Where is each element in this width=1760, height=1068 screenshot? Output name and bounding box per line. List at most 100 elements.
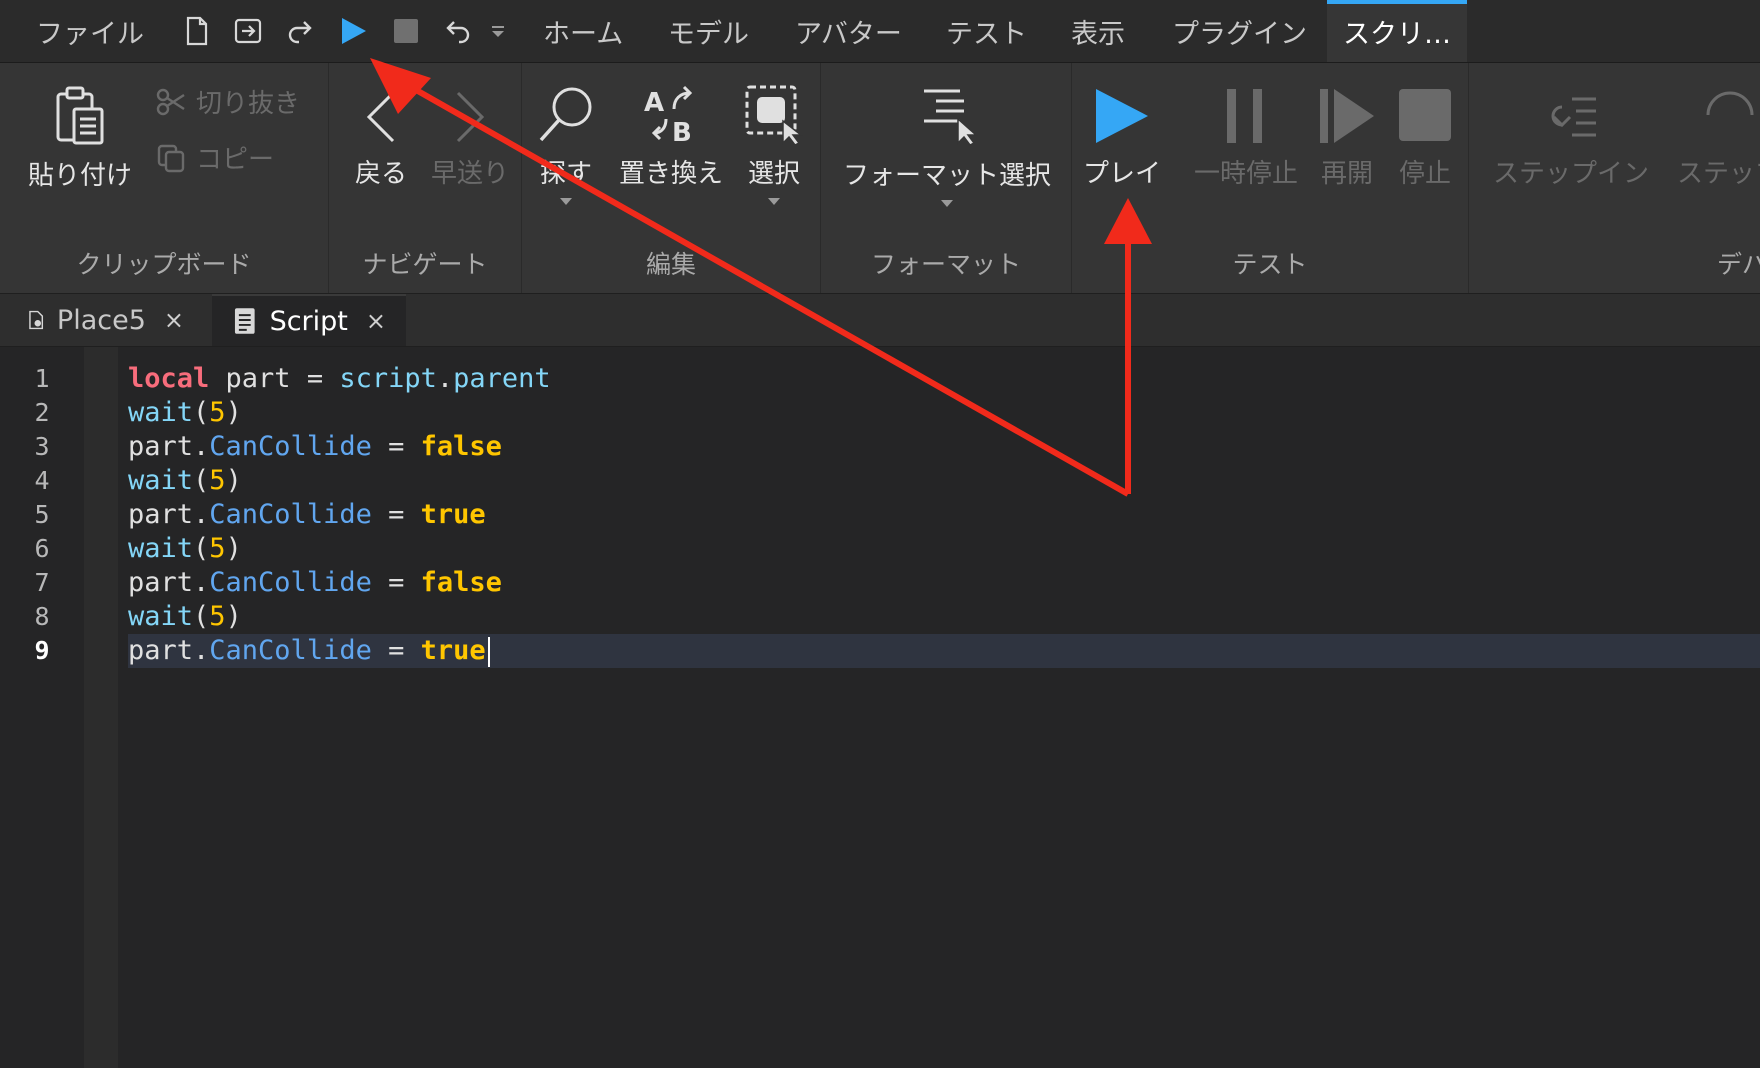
document-tab-bar: Place5 × Script × <box>0 294 1760 347</box>
navigate-group: 戻る 早送り ナビゲート <box>329 63 522 293</box>
code-line[interactable]: part.CanCollide = false <box>128 430 502 464</box>
select-icon <box>745 85 804 145</box>
code-token: ) <box>225 601 242 632</box>
code-token: ( <box>193 601 210 632</box>
new-file-icon[interactable] <box>180 14 214 48</box>
dropdown-icon[interactable] <box>483 14 513 48</box>
line-number: 6 <box>34 534 50 563</box>
step-into-icon <box>1551 97 1596 137</box>
tab-script-document[interactable]: Script × <box>212 294 406 346</box>
tab-place5[interactable]: Place5 × <box>8 294 204 346</box>
code-token: false <box>420 431 502 462</box>
undo-icon[interactable] <box>440 14 474 48</box>
code-line[interactable]: wait(5) <box>128 464 242 498</box>
tab-test[interactable]: テスト <box>946 0 1027 62</box>
script-editor[interactable]: 1 local part = script.parent 2 wait(5) 3 part… <box>0 347 1760 1068</box>
code-token: 5 <box>209 465 226 496</box>
code-token: CanCollide <box>209 567 372 598</box>
select-button[interactable]: 選択 <box>734 83 814 205</box>
tab-place5-label: Place5 <box>56 304 146 336</box>
code-line[interactable]: wait(5) <box>128 532 242 566</box>
pause-icon <box>1227 89 1262 143</box>
find-dropdown-icon[interactable] <box>560 198 572 205</box>
line-number: 2 <box>34 398 50 427</box>
tab-avatar[interactable]: アバター <box>795 0 902 62</box>
pause-button[interactable]: 一時停止 <box>1194 87 1299 190</box>
code-token: CanCollide <box>209 431 372 462</box>
cut-label: 切り抜き <box>196 89 301 119</box>
replace-button[interactable]: A B 置き換え <box>616 83 726 190</box>
close-icon[interactable]: × <box>164 306 184 334</box>
resume-label: 再開 <box>1320 159 1373 189</box>
code-token: part. <box>128 567 210 598</box>
line-number: 5 <box>34 500 50 529</box>
code-token: wait <box>128 533 194 564</box>
code-line[interactable]: part.CanCollide = true <box>128 634 490 668</box>
code-line[interactable]: wait(5) <box>128 396 242 430</box>
search-icon <box>539 87 592 142</box>
paste-icon <box>56 86 104 145</box>
code-line[interactable]: wait(5) <box>128 600 242 634</box>
tab-script[interactable]: スクリ… <box>1327 0 1467 62</box>
edit-group: 探す A B 置き換え 選択 編集 <box>522 63 821 293</box>
clipboard-group: 貼り付け 切り抜き コピー クリップボード <box>0 63 329 293</box>
step-over-button[interactable]: ステップ <box>1669 87 1760 190</box>
paste-button[interactable]: 貼り付け <box>22 85 138 192</box>
close-icon[interactable]: × <box>366 307 386 335</box>
forward-button[interactable]: 早送り <box>425 89 515 190</box>
code-token: = <box>371 635 421 666</box>
pause-label: 一時停止 <box>1194 159 1299 189</box>
format-dropdown-icon[interactable] <box>941 200 953 207</box>
code-token: ) <box>225 397 242 428</box>
tab-script-label: Script <box>269 305 348 337</box>
code-token: ( <box>193 397 210 428</box>
stop-icon[interactable] <box>389 14 423 48</box>
menu-file[interactable]: ファイル <box>36 0 144 62</box>
line-number: 4 <box>34 466 50 495</box>
code-token: true <box>420 499 486 530</box>
step-in-button[interactable]: ステップイン <box>1491 87 1651 190</box>
tab-plugins[interactable]: プラグイン <box>1172 0 1307 62</box>
format-selection-button[interactable]: フォーマット選択 <box>829 85 1065 207</box>
play-icon[interactable] <box>336 14 370 48</box>
publish-icon[interactable] <box>232 14 266 48</box>
code-line[interactable]: part.CanCollide = false <box>128 566 502 600</box>
code-token: part. <box>128 499 210 530</box>
stop-button[interactable]: 停止 <box>1392 87 1458 190</box>
play-button[interactable]: プレイ <box>1072 87 1172 190</box>
debug-group: ステップイン ステップ デバ <box>1469 63 1760 293</box>
line-number: 9 <box>34 636 50 665</box>
step-over-label: ステップ <box>1676 159 1760 189</box>
code-line[interactable]: part.CanCollide = true <box>128 498 486 532</box>
select-dropdown-icon[interactable] <box>768 198 780 205</box>
svg-text:B: B <box>672 118 692 145</box>
resume-button[interactable]: 再開 <box>1314 87 1380 190</box>
line-number: 8 <box>34 602 50 631</box>
tab-model[interactable]: モデル <box>668 0 749 62</box>
format-group-label: フォーマット <box>870 250 1021 279</box>
code-token: parent <box>453 363 551 394</box>
copy-button[interactable]: コピー <box>156 139 274 176</box>
line-number: 3 <box>34 432 50 461</box>
replace-label: 置き換え <box>618 159 723 189</box>
play-icon <box>1096 89 1148 143</box>
test-group: プレイ 一時停止 再開 停止 テスト <box>1072 63 1469 293</box>
tab-home[interactable]: ホーム <box>543 0 623 62</box>
tab-view[interactable]: 表示 <box>1071 0 1125 62</box>
copy-label: コピー <box>196 145 275 175</box>
code-token: CanCollide <box>209 635 372 666</box>
code-token: = <box>371 567 421 598</box>
code-line[interactable]: local part = script.parent <box>128 362 551 396</box>
fold-margin <box>84 347 118 1068</box>
redo-icon[interactable] <box>284 14 318 48</box>
find-button[interactable]: 探す <box>526 83 606 205</box>
svg-text:A: A <box>644 88 664 118</box>
code-token: script <box>339 363 437 394</box>
top-menu-bar: ファイル ホーム モデル アバター テスト 表示 プラグイン スクリ… <box>0 0 1760 63</box>
back-button[interactable]: 戻る <box>341 89 421 190</box>
cut-button[interactable]: 切り抜き <box>156 83 300 120</box>
format-selection-label: フォーマット選択 <box>842 161 1051 191</box>
stop-label: 停止 <box>1398 159 1451 189</box>
debug-group-label: デバ <box>1717 250 1760 279</box>
line-number: 7 <box>34 568 50 597</box>
